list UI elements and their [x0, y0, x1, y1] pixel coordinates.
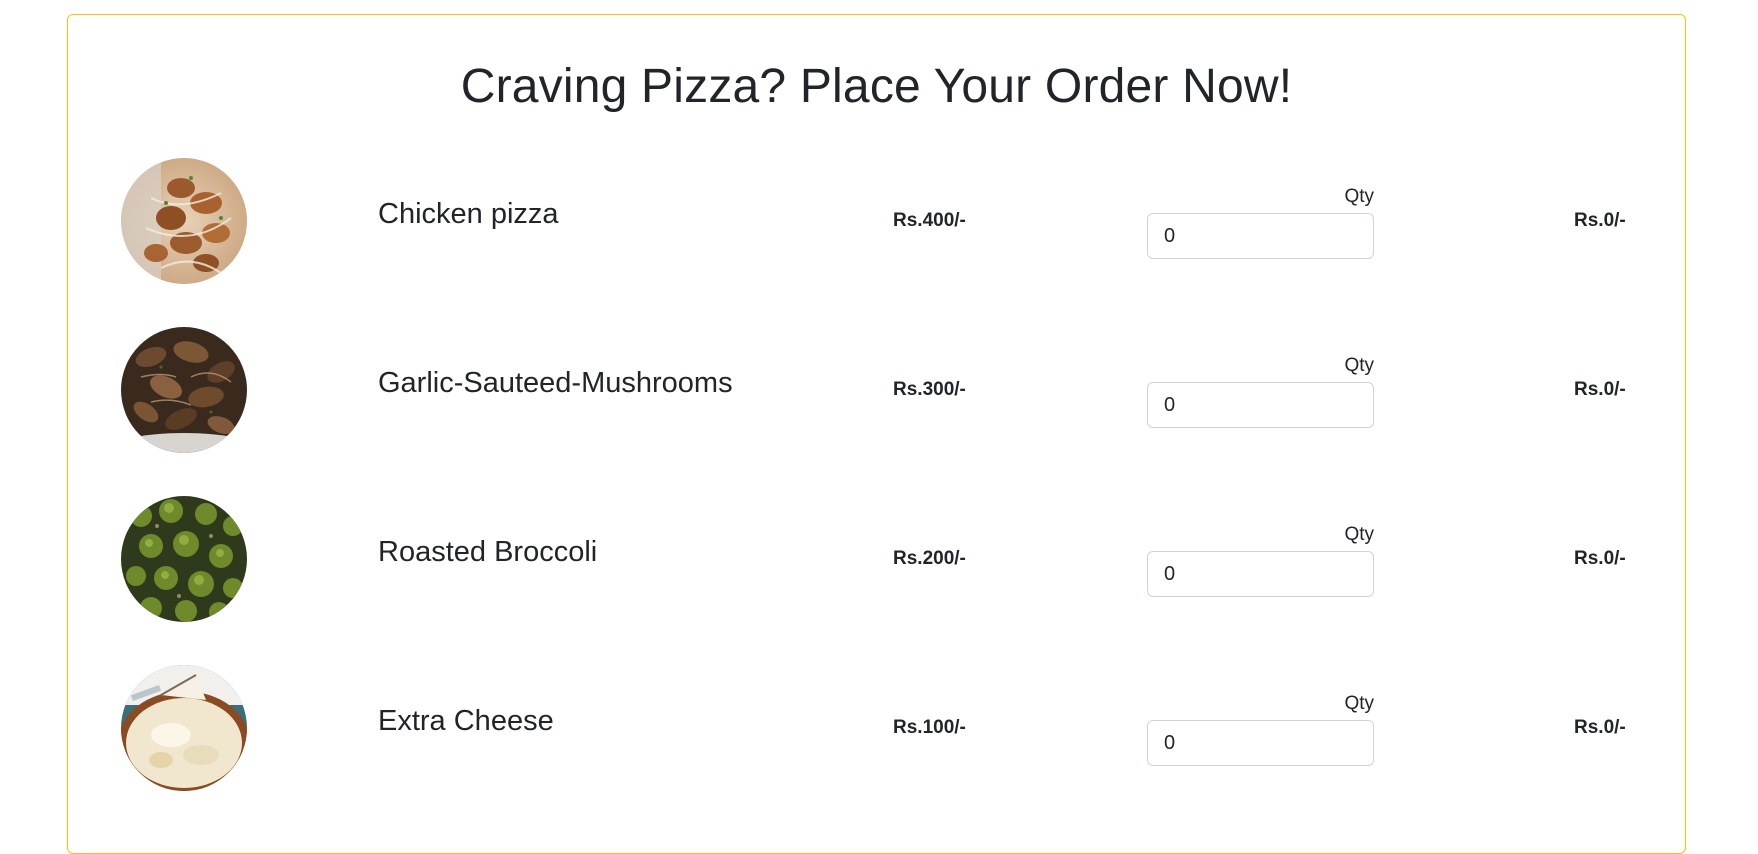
- qty-input[interactable]: [1147, 213, 1374, 259]
- item-price: Rs.200/-: [893, 548, 966, 569]
- menu-item-row: Extra Cheese Rs.100/- Qty Rs.0/-: [68, 665, 1685, 791]
- item-price: Rs.100/-: [893, 717, 966, 738]
- qty-input[interactable]: [1147, 720, 1374, 766]
- broccoli-image: [121, 496, 247, 622]
- item-total: Rs.0/-: [1574, 548, 1626, 569]
- menu-item-row: Chicken pizza Rs.400/- Qty Rs.0/-: [68, 158, 1685, 284]
- page-title: Craving Pizza? Place Your Order Now!: [460, 60, 1293, 113]
- chicken-pizza-image: [121, 158, 247, 284]
- item-name: Roasted Broccoli: [378, 536, 598, 568]
- mushrooms-image: [121, 327, 247, 453]
- qty-input[interactable]: [1147, 382, 1374, 428]
- menu-item-row: Garlic-Sauteed-Mushrooms Rs.300/- Qty Rs…: [68, 327, 1685, 453]
- item-total: Rs.0/-: [1574, 717, 1626, 738]
- item-name: Extra Cheese: [378, 705, 554, 737]
- item-name: Garlic-Sauteed-Mushrooms: [378, 367, 733, 399]
- item-total: Rs.0/-: [1574, 379, 1626, 400]
- qty-label: Qty: [1344, 524, 1374, 545]
- qty-label: Qty: [1344, 693, 1374, 714]
- item-total: Rs.0/-: [1574, 210, 1626, 231]
- item-price: Rs.300/-: [893, 379, 966, 400]
- qty-input[interactable]: [1147, 551, 1374, 597]
- order-card: Craving Pizza? Place Your Order Now! Chi…: [67, 14, 1686, 854]
- qty-label: Qty: [1344, 355, 1374, 376]
- menu-item-row: Roasted Broccoli Rs.200/- Qty Rs.0/-: [68, 496, 1685, 622]
- item-name: Chicken pizza: [378, 198, 559, 230]
- qty-label: Qty: [1344, 186, 1374, 207]
- item-price: Rs.400/-: [893, 210, 966, 231]
- cheese-image: [121, 665, 247, 791]
